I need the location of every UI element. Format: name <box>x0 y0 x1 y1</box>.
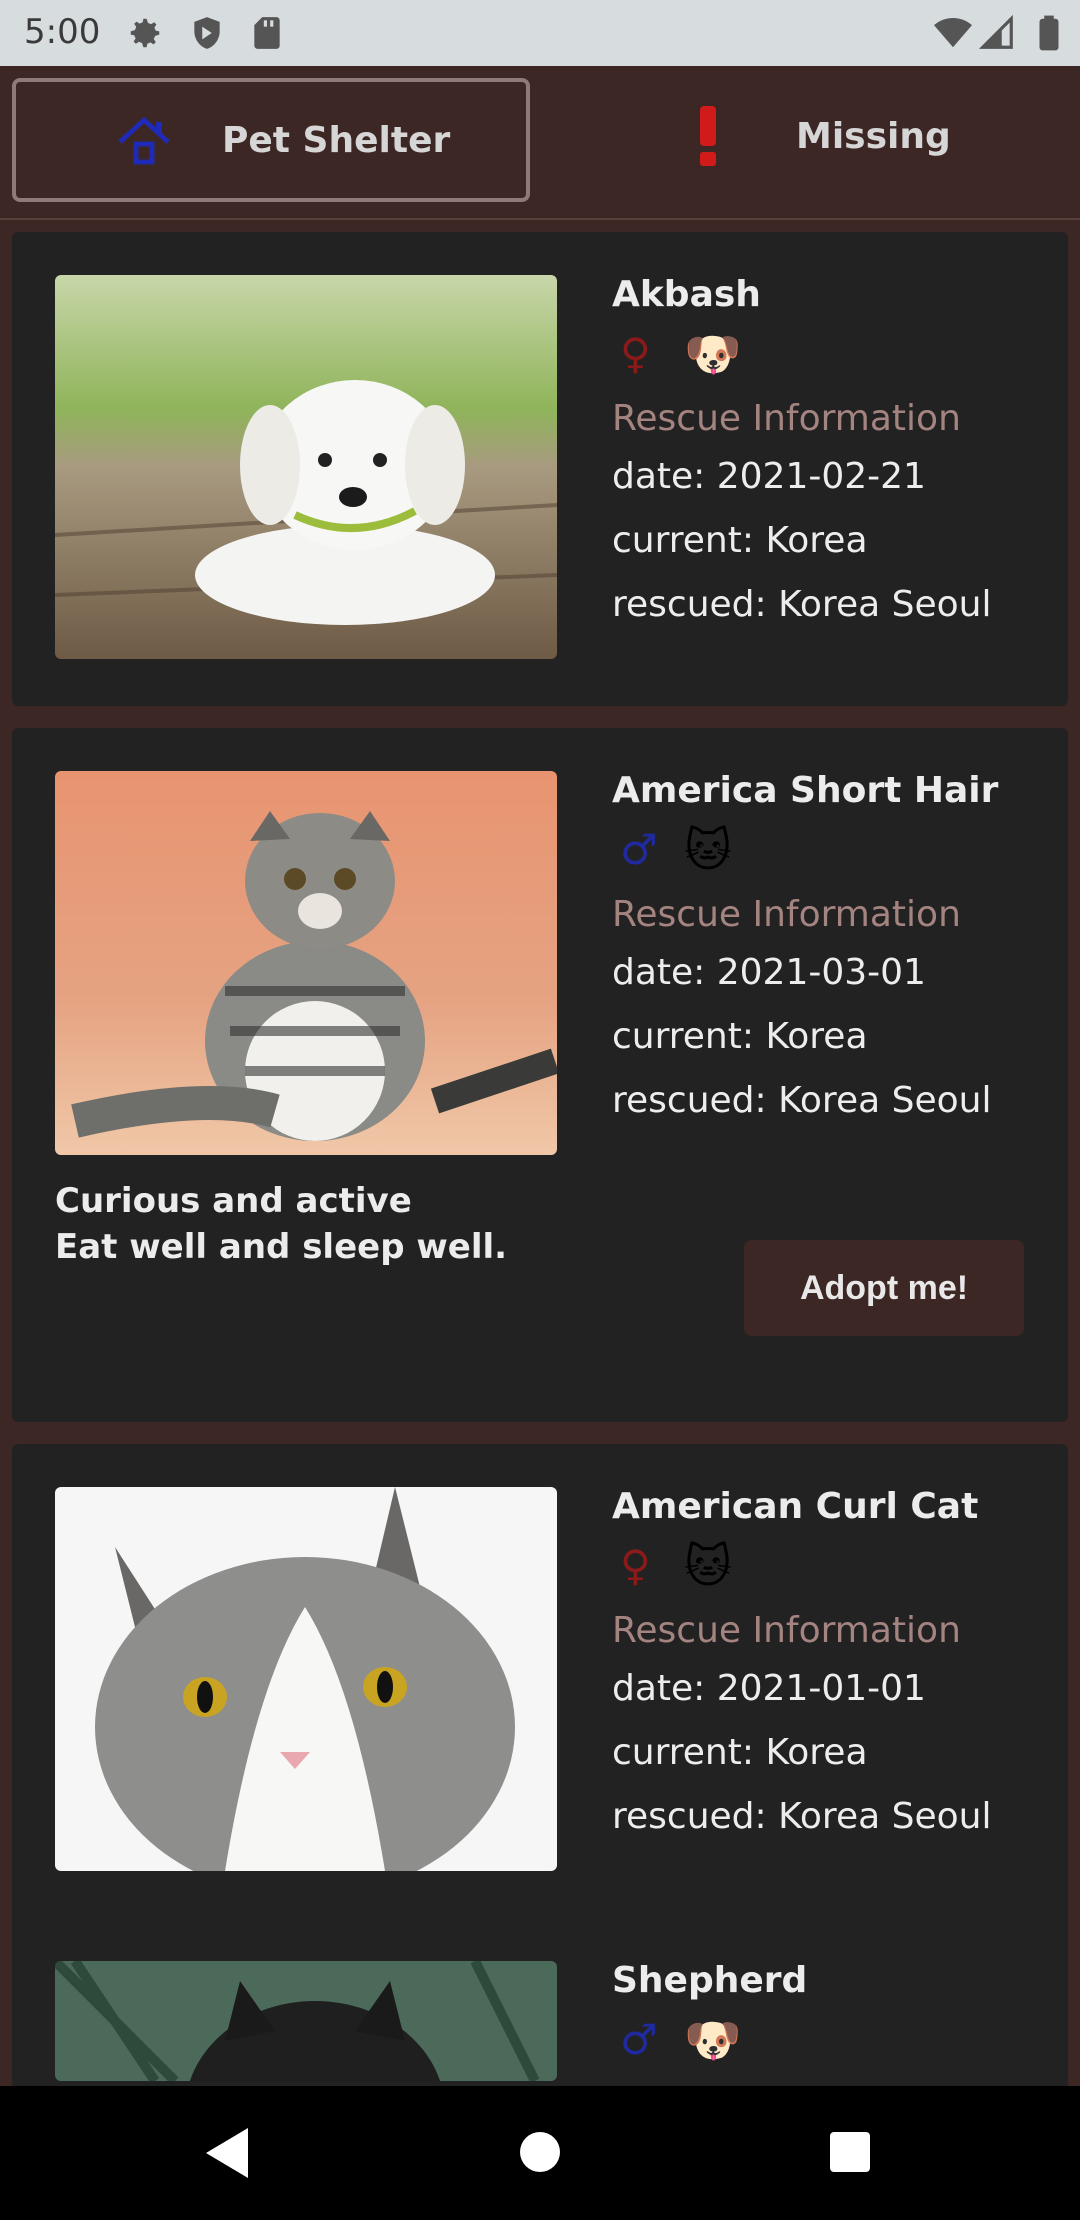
pet-list[interactable]: Akbash ♀ 🐶 Rescue Information date: 2021… <box>0 220 1080 2086</box>
description-line: Eat well and sleep well. <box>55 1227 508 1267</box>
rescue-date: date: 2021-02-21 <box>612 456 926 497</box>
recents-icon[interactable] <box>828 2130 872 2174</box>
rescue-date: date: 2021-01-01 <box>612 1668 926 1709</box>
home-icon[interactable] <box>518 2130 562 2174</box>
status-bar: 5:00 <box>0 0 1080 66</box>
pet-card-america-short-hair[interactable]: America Short Hair ♂ 🐱 Rescue Informatio… <box>12 728 1068 1422</box>
current-location: current: Korea <box>612 1016 868 1057</box>
rescue-info-title: Rescue Information <box>612 398 961 439</box>
tab-bar: Pet Shelter Missing <box>0 66 1080 220</box>
status-time: 5:00 <box>24 12 101 52</box>
cat-icon: 🐱 <box>684 1539 732 1593</box>
rescue-date: date: 2021-03-01 <box>612 952 926 993</box>
house-icon <box>118 116 170 165</box>
shield-icon <box>194 17 220 49</box>
pet-name: Akbash <box>612 274 761 315</box>
tab-pet-shelter[interactable]: Pet Shelter <box>12 78 530 202</box>
cat-icon: 🐱 <box>684 823 732 877</box>
rescue-info-title: Rescue Information <box>612 1610 961 1651</box>
current-location: current: Korea <box>612 520 868 561</box>
navigation-bar <box>0 2086 1080 2220</box>
pet-badges: ♂ 🐱 <box>612 823 812 880</box>
pet-card-akbash[interactable]: Akbash ♀ 🐶 Rescue Information date: 2021… <box>12 232 1068 706</box>
rescued-location: rescued: Korea Seoul <box>612 584 992 625</box>
signal-icon <box>978 14 1013 49</box>
tab-label-pet-shelter: Pet Shelter <box>222 120 451 161</box>
pet-badges: ♂ 🐶 <box>612 2013 812 2070</box>
rescued-location: rescued: Korea Seoul <box>612 1796 992 1837</box>
female-icon: ♀ <box>620 329 651 378</box>
dog-icon: 🐶 <box>684 2013 742 2067</box>
pet-name: America Short Hair <box>612 770 999 811</box>
pet-badges: ♀ 🐶 <box>612 327 812 384</box>
pet-name: American Curl Cat <box>612 1486 979 1527</box>
rescue-info-title: Rescue Information <box>612 894 961 935</box>
sd-card-icon <box>254 17 280 49</box>
wifi-icon <box>934 17 972 48</box>
pet-photo-tabby-cat <box>55 771 557 1155</box>
pet-name: Shepherd <box>612 1960 808 2001</box>
female-icon: ♀ <box>620 1541 651 1590</box>
back-icon[interactable] <box>200 2124 252 2182</box>
male-icon: ♂ <box>620 2015 658 2064</box>
description-line: Curious and active <box>55 1181 412 1221</box>
pet-photo-white-puppy <box>55 275 557 659</box>
pet-card-american-curl-cat[interactable]: American Curl Cat ♀ 🐱 Rescue Information… <box>12 1444 1068 2086</box>
battery-icon <box>1039 15 1059 51</box>
tab-missing[interactable]: Missing <box>550 78 1068 202</box>
male-icon: ♂ <box>620 825 658 874</box>
current-location: current: Korea <box>612 1732 868 1773</box>
tab-label-missing: Missing <box>796 116 951 157</box>
pet-photo-grey-white-cat <box>55 1487 557 1871</box>
pet-photo-dark-dog <box>55 1961 557 2081</box>
rescued-location: rescued: Korea Seoul <box>612 1080 992 1121</box>
adopt-button[interactable]: Adopt me! <box>744 1240 1024 1336</box>
pet-description: Curious and active Eat well and sleep we… <box>55 1178 507 1270</box>
pet-badges: ♀ 🐱 <box>612 1539 812 1596</box>
dog-icon: 🐶 <box>684 327 742 381</box>
settings-icon <box>130 18 160 48</box>
exclamation-icon <box>700 106 716 166</box>
